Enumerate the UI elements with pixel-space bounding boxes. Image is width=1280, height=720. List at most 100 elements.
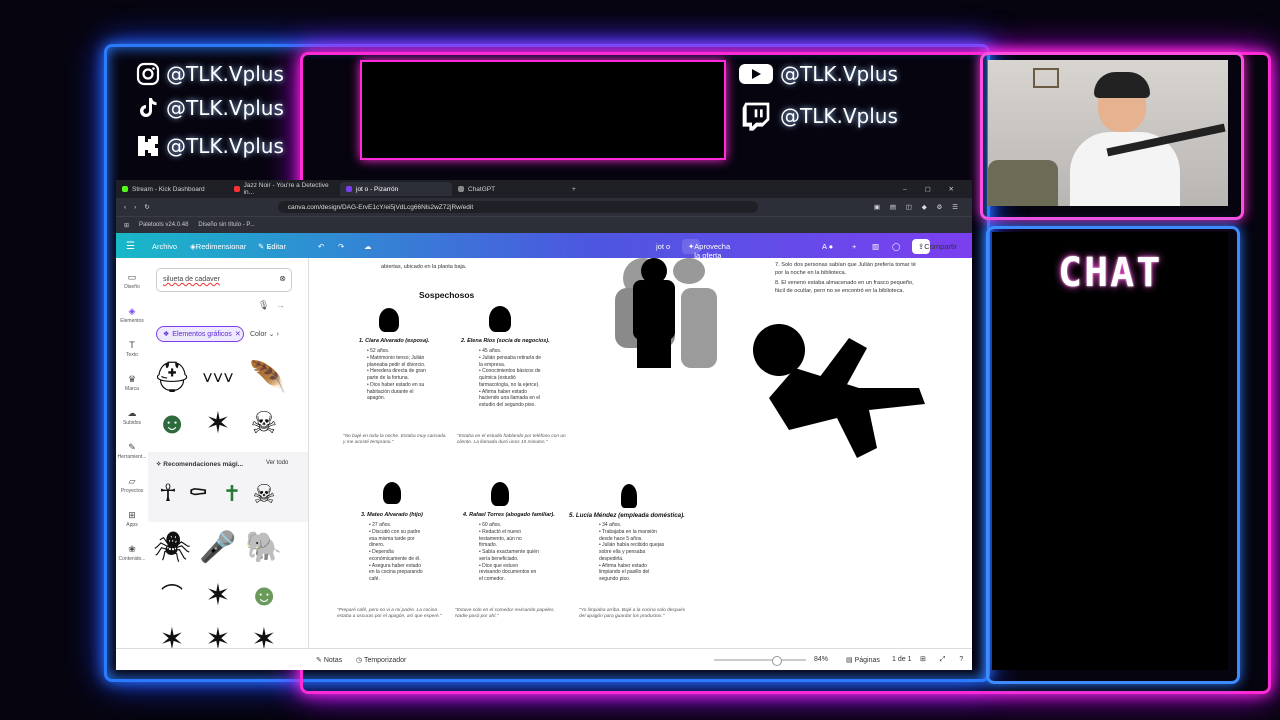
tab-jazz[interactable]: Jazz Noir - You're a Detective in... [228, 182, 340, 196]
suspect-facts: • 60 años. • Redactó el nuevo testamento… [479, 522, 541, 583]
elephant-graphic[interactable]: 🐘 [244, 528, 284, 568]
nav-label: Marca [125, 386, 139, 392]
mic-icon[interactable]: 🎙 [258, 300, 269, 311]
redo-icon[interactable]: ↷ [338, 242, 344, 251]
nav-marca[interactable]: ♛ Marca [116, 374, 148, 392]
fact-item: • Julián había recibido quejas sobre ell… [599, 542, 665, 562]
new-tab-button[interactable]: + [572, 186, 576, 193]
window-controls[interactable]: – ▢ ✕ [903, 185, 962, 193]
tab-canva[interactable]: jot o - Pizarrón [340, 182, 452, 196]
apps-grid-icon[interactable]: ⊞ [124, 222, 129, 229]
nav-subidos[interactable]: ☁ Subidos [116, 408, 148, 426]
zoom-level[interactable]: 84% [814, 656, 828, 663]
redimensionar-button[interactable]: ◈ Redimensionar [190, 242, 246, 251]
nav-label: Herramient... [117, 454, 147, 460]
nav-contenido[interactable]: ❀ Contenido... [116, 544, 148, 562]
bookmark-item[interactable]: Paletools v24.0.48 [139, 222, 188, 228]
tab-label: ChatGPT [468, 185, 496, 193]
student-offer-button[interactable]: ✦ Aprovecha la oferta para estudiantes [682, 238, 733, 278]
body-silhouette-graphic[interactable]: ✶ [198, 620, 238, 648]
insights-icon[interactable]: ▥ [872, 242, 879, 251]
nav-apps[interactable]: ⊞ Apps [116, 510, 148, 528]
search-input[interactable]: silueta de cadaver ⊗ [156, 268, 292, 292]
body-outline-silhouette[interactable] [749, 318, 929, 478]
body-silhouette-graphic[interactable]: ✶ [152, 620, 192, 648]
microphone-graphic[interactable]: 🎤 [198, 528, 238, 568]
zombie-silhouette-group[interactable] [611, 258, 721, 388]
pages-label: Páginas [854, 657, 880, 664]
clue-7: 7. Solo dos personas sabían que Julián p… [775, 262, 916, 276]
editar-button[interactable]: ✎ Editar ⌄ [258, 242, 286, 251]
forward-icon[interactable]: › [134, 204, 136, 211]
close-icon[interactable]: ✕ [235, 330, 241, 338]
nav-label: Subidos [122, 420, 142, 426]
tab-chatgpt[interactable]: ChatGPT [452, 182, 564, 196]
zombie-graphic[interactable]: ☻ [152, 404, 192, 444]
back-icon[interactable]: ‹ [124, 204, 126, 211]
url-input[interactable]: canva.com/design/DAG-ErvE1cY/ei5jVdLcg66… [277, 201, 758, 213]
archivo-button[interactable]: Archivo [152, 242, 177, 251]
extension-icons[interactable]: ▣ ▤ ◫ ◆ ⚙ ☰ [874, 203, 962, 211]
elements-icon: ◈ [128, 306, 136, 316]
body-silhouette-graphic[interactable]: ✶ [198, 576, 238, 616]
nav-elementos[interactable]: ◈ Elementos [116, 306, 148, 324]
tab-bar: Stream - Kick Dashboard Jazz Noir - You'… [116, 180, 972, 198]
suspect-quote: "Yo limpiaba arriba. Bajé a la cocina so… [579, 608, 686, 620]
menu-icon[interactable]: ☰ [126, 241, 135, 252]
notes-button[interactable]: ✎ Notas [316, 656, 342, 664]
bike-helmet-graphic[interactable]: ⛑ [152, 358, 192, 398]
canva-header: ☰ Archivo ◈ Redimensionar ✎ Editar ⌄ ↶ ↷… [116, 233, 972, 278]
fact-item: • Julián pensaba retirarla de la empresa… [479, 354, 542, 368]
folder-icon: ▱ [128, 476, 136, 486]
birds-graphic[interactable]: ˅˅˅ [198, 358, 238, 398]
body-silhouette-graphic[interactable]: ✶ [244, 620, 284, 648]
zoom-slider[interactable] [714, 656, 806, 666]
fact-item: • Redactó el nuevo testamento, aún no fi… [479, 528, 522, 549]
text-icon: T [129, 340, 135, 350]
suspect-name: 1. Clara Alvarado (esposa). [359, 338, 430, 344]
clear-search-icon[interactable]: ⊗ [279, 274, 286, 283]
body-outline-graphic[interactable]: ✶ [198, 404, 238, 444]
color-filter[interactable]: Color ⌄ › [250, 330, 279, 338]
social-twitch: @TLK.Vplus [738, 100, 898, 132]
search-submit-icon[interactable]: → [276, 300, 285, 310]
apps-icon: ⊞ [128, 510, 136, 520]
comment-icon[interactable]: ◯ [892, 242, 900, 251]
social-handle: @TLK.Vplus [780, 104, 898, 128]
tab-kick[interactable]: Stream - Kick Dashboard [116, 182, 228, 196]
intro-line: abiertas, ubicado en la planta baja. [381, 264, 467, 270]
pages-button[interactable]: ▤ Páginas [846, 656, 880, 664]
feather-graphic[interactable]: 🪶 [248, 358, 288, 398]
bridge-graphic[interactable]: ⌒ [152, 576, 192, 616]
view-controls[interactable]: ⊞ ⤢ ? [920, 655, 969, 664]
avatar[interactable]: A ● [822, 242, 833, 251]
nav-proyectos[interactable]: ▱ Proyectos [116, 476, 148, 494]
editar-label: Editar [266, 241, 286, 251]
doc-title[interactable]: jot o [656, 242, 670, 251]
design-page[interactable]: abiertas, ubicado en la planta baja. Sos… [309, 258, 972, 648]
zoom-slider-handle[interactable] [772, 656, 782, 666]
timer-button[interactable]: ◷ Temporizador [356, 656, 406, 664]
nav-texto[interactable]: T Texto [116, 340, 148, 358]
reload-icon[interactable]: ↻ [144, 203, 149, 211]
add-collaborator-icon[interactable]: + [852, 242, 856, 251]
nav-label: Elementos [120, 318, 144, 324]
spider-graphic[interactable]: 🕷 [152, 528, 192, 568]
social-youtube: @TLK.Vplus [738, 62, 898, 86]
filter-chip[interactable]: ❖ Elementos gráficos ✕ [156, 326, 244, 342]
share-button[interactable]: ⇪ Compartir [912, 238, 957, 254]
skull-outline-graphic[interactable]: ☠ [244, 474, 284, 514]
bookmark-item[interactable]: Diseño sin título - P... [198, 222, 254, 228]
skull-graphic[interactable]: ☠ [244, 404, 284, 444]
instagram-icon [136, 62, 160, 86]
fact-item: • Discutió con su padre esa misma tarde … [369, 528, 421, 549]
view-all-link[interactable]: Ver todo [266, 460, 288, 466]
search-value: silueta de cadaver [163, 276, 220, 283]
undo-icon[interactable]: ↶ [318, 242, 324, 251]
social-instagram: @TLK.Vplus [136, 62, 284, 86]
cloud-save-icon[interactable]: ☁ [364, 242, 372, 251]
nav-herramientas[interactable]: ✎ Herramient... [116, 442, 148, 460]
zombie-walker-graphic[interactable]: ☻ [244, 576, 284, 616]
headphones-icon [1094, 72, 1150, 98]
nav-diseno[interactable]: ▭ Diseño [116, 272, 148, 290]
